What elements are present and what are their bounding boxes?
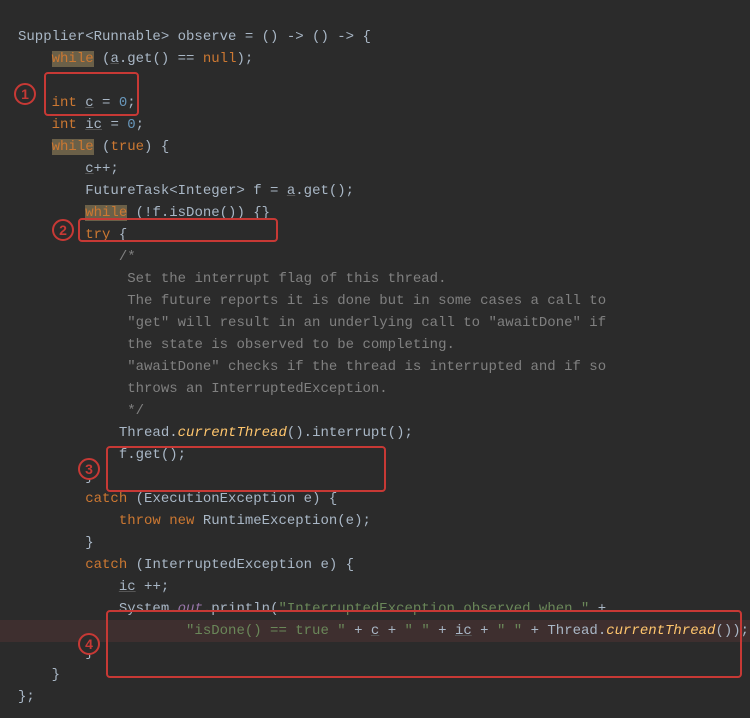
- comment: */: [119, 403, 144, 419]
- comment: /*: [119, 249, 136, 265]
- keyword-true: true: [110, 139, 144, 155]
- var-c: c: [85, 161, 93, 177]
- comment: The future reports it is done but in som…: [119, 293, 606, 309]
- brace: }: [85, 535, 93, 551]
- brace: }: [85, 469, 93, 485]
- code-text: f.get();: [119, 447, 186, 463]
- keyword-int: int: [52, 117, 77, 133]
- code-text: [77, 117, 85, 133]
- code-text: );: [236, 51, 253, 67]
- var-ic: ic: [119, 579, 136, 595]
- code-line: Supplier<Runnable> observe = () -> () ->…: [18, 29, 371, 45]
- code-editor[interactable]: Supplier<Runnable> observe = () -> () ->…: [0, 0, 750, 712]
- var-a: a: [287, 183, 295, 199]
- keyword-null: null: [203, 51, 237, 67]
- code-text: (ExecutionException e) {: [127, 491, 337, 507]
- code-text: [77, 95, 85, 111]
- literal-zero: 0: [127, 117, 135, 133]
- keyword-throw-new: throw new: [119, 513, 203, 529]
- code-text: (InterruptedException e) {: [127, 557, 354, 573]
- code-text: ++;: [94, 161, 119, 177]
- comment: "awaitDone" checks if the thread is inte…: [119, 359, 606, 375]
- keyword-while: while: [52, 51, 94, 67]
- literal-zero: 0: [119, 95, 127, 111]
- keyword-while: while: [85, 205, 127, 221]
- string: " ": [497, 623, 522, 639]
- keyword-while: while: [52, 139, 94, 155]
- keyword-catch: catch: [85, 491, 127, 507]
- code-text: .get();: [295, 183, 354, 199]
- comment: Set the interrupt flag of this thread.: [119, 271, 447, 287]
- var-a: a: [110, 51, 118, 67]
- code-text: FutureTask<Integer> f =: [85, 183, 287, 199]
- comment: the state is observed to be completing.: [119, 337, 455, 353]
- var-c: c: [85, 95, 93, 111]
- string: "isDone() == true ": [186, 623, 346, 639]
- field-out: out: [178, 601, 203, 617]
- comment: throws an InterruptedException.: [119, 381, 388, 397]
- code-text: (: [94, 51, 111, 67]
- code-text: ) {: [144, 139, 169, 155]
- code-text: RuntimeException(e);: [203, 513, 371, 529]
- var-ic: ic: [455, 623, 472, 639]
- brace: }: [52, 667, 60, 683]
- code-text: (: [94, 139, 111, 155]
- code-text: ++;: [136, 579, 170, 595]
- method-currentthread: currentThread: [178, 425, 287, 441]
- code-text: ;: [127, 95, 135, 111]
- code-text: +: [346, 623, 371, 639]
- brace: }: [85, 645, 93, 661]
- code-text: System.: [119, 601, 178, 617]
- var-ic: ic: [85, 117, 102, 133]
- code-text: ;: [136, 117, 144, 133]
- keyword-catch: catch: [85, 557, 127, 573]
- code-text: ().interrupt();: [287, 425, 413, 441]
- code-text: {: [110, 227, 127, 243]
- code-text: .println(: [203, 601, 279, 617]
- code-text: +: [589, 601, 606, 617]
- code-text: =: [94, 95, 119, 111]
- code-text: +: [430, 623, 455, 639]
- string: "InterruptedException observed when ": [278, 601, 589, 617]
- code-text: =: [102, 117, 127, 133]
- code-text: +: [379, 623, 404, 639]
- code-text: +: [472, 623, 497, 639]
- string: " ": [405, 623, 430, 639]
- keyword-int: int: [52, 95, 77, 111]
- brace: };: [18, 689, 35, 705]
- code-text: .get() ==: [119, 51, 203, 67]
- code-text: + Thread.: [522, 623, 606, 639]
- code-text: Thread.: [119, 425, 178, 441]
- code-text: ());: [715, 623, 749, 639]
- comment: "get" will result in an underlying call …: [119, 315, 606, 331]
- code-text: (!f.isDone()) {}: [127, 205, 270, 221]
- method-currentthread: currentThread: [606, 623, 715, 639]
- keyword-try: try: [85, 227, 110, 243]
